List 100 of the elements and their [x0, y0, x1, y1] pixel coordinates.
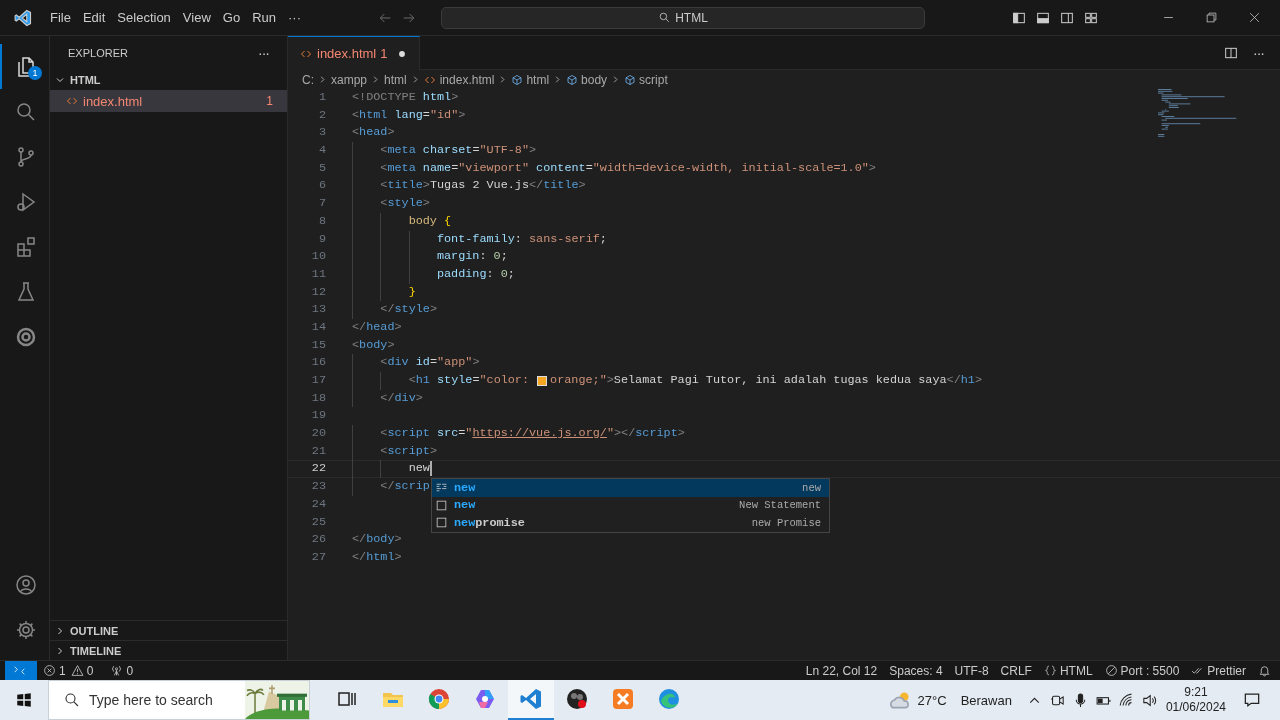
breadcrumb-item[interactable]: script [624, 72, 668, 87]
suggestion-label: new [454, 498, 476, 513]
more-actions-button[interactable]: ··· [254, 45, 273, 61]
menu-item[interactable]: Go [216, 7, 247, 28]
temperature-text[interactable]: 27°C [917, 692, 947, 708]
line-number: 6 [317, 178, 326, 195]
code-text: padding: 0; [435, 266, 515, 283]
ports-button[interactable]: 0 [104, 663, 145, 678]
line-number: 23 [310, 479, 326, 495]
search-input[interactable]: Type here to search [87, 691, 237, 709]
clock-time[interactable]: 9:21 [1184, 685, 1208, 700]
restore-icon[interactable] [1204, 10, 1219, 25]
breadcrumb-item[interactable]: body [566, 72, 608, 87]
edge-icon[interactable] [657, 687, 681, 711]
minimap-drawing[interactable] [1158, 89, 1238, 139]
breadcrumb-item[interactable]: html [384, 72, 407, 87]
live-server-port-button[interactable]: Port : 5500 [1098, 663, 1186, 678]
vscode-icon[interactable] [519, 687, 543, 711]
snippet-icon [435, 516, 448, 530]
line-number: 14 [310, 319, 326, 336]
code-text: orange;">Selamat Pagi Tutor, ini adalah tugas kedua saya</h1> [550, 373, 982, 389]
tree-item[interactable]: index.html 1 [50, 90, 287, 112]
problems-button[interactable]: 1 0 [37, 663, 105, 678]
line-number: 1 [317, 90, 326, 106]
menu-item[interactable]: Run [246, 7, 282, 28]
suggestion-item[interactable]: new new [432, 479, 829, 497]
clock-date[interactable]: 01/06/2024 [1165, 700, 1226, 715]
cube-icon [566, 73, 579, 86]
color-swatch-icon[interactable] [537, 376, 548, 386]
obs-icon[interactable] [565, 687, 589, 711]
code-text: </body> [352, 532, 402, 548]
line-number: 26 [310, 532, 326, 548]
more-actions-button[interactable]: ··· [1249, 44, 1268, 61]
count-badge: 1 [28, 66, 42, 80]
suggestion-detail: new Promise [751, 516, 821, 529]
search-bar[interactable]: Type here to search [48, 680, 310, 720]
wifi-icon[interactable] [1117, 691, 1135, 709]
encoding-button[interactable]: UTF-8 [948, 663, 995, 678]
sidebar-title: EXPLORER [68, 47, 128, 59]
braces-icon [1043, 664, 1057, 677]
code-text: <html lang="id"> [352, 107, 466, 124]
code-text: body { [407, 213, 452, 230]
line-number: 12 [310, 284, 326, 301]
line-number: 15 [310, 337, 326, 354]
code-text: margin: 0; [435, 249, 508, 265]
folder-header[interactable]: HTML [50, 70, 287, 90]
code-text: new [407, 461, 430, 478]
more-menu-button[interactable]: ··· [282, 7, 307, 28]
code-text: </html> [352, 549, 402, 566]
line-number: 4 [317, 143, 326, 159]
language-mode-button[interactable]: HTML [1037, 663, 1099, 678]
code-text: <script> [379, 443, 437, 460]
indentation-button[interactable]: Spaces: 4 [883, 663, 949, 678]
code-text: <title>Tugas 2 Vue.js</title> [379, 178, 586, 195]
menu-item[interactable]: Selection [111, 7, 177, 28]
line-number: 25 [310, 514, 326, 531]
code-text: <h1 style="color: [407, 373, 531, 389]
chrome-icon[interactable] [427, 687, 451, 711]
line-number: 19 [310, 408, 326, 425]
line-number: 11 [310, 266, 326, 283]
line-number: 17 [310, 373, 326, 389]
suggestion-detail: New Statement [739, 499, 821, 512]
cursor-position-button[interactable]: Ln 22, Col 12 [799, 663, 884, 678]
line-number: 22 [310, 461, 326, 478]
speaker-icon[interactable] [1140, 691, 1158, 709]
line-number: 10 [310, 249, 326, 265]
breadcrumb-item[interactable]: html [511, 72, 550, 87]
antenna-icon [110, 664, 124, 677]
code-text: <meta name="viewport" content="width=device-width, initial-scale=1.0"> [379, 160, 876, 177]
section-header[interactable]: OUTLINE [50, 620, 287, 640]
code-text: <body> [352, 337, 395, 354]
code-text: font-family: sans-serif; [435, 231, 607, 248]
line-ending-button[interactable]: CRLF [994, 663, 1038, 678]
editor-tab[interactable]: index.html 1 [288, 36, 421, 70]
line-number: 18 [310, 390, 326, 407]
account-icon[interactable] [13, 572, 38, 597]
prettier-button[interactable]: Prettier [1185, 663, 1252, 678]
line-number: 2 [317, 107, 326, 124]
copilot-icon[interactable] [473, 687, 497, 711]
breadcrumb-item[interactable]: xampp [331, 72, 368, 87]
code-text: </head> [352, 319, 402, 336]
line-number: 20 [310, 426, 326, 442]
line-number: 5 [317, 160, 326, 177]
menu-item[interactable]: Edit [76, 7, 112, 28]
suggestion-item[interactable]: new New Statement [432, 496, 829, 514]
line-number: 27 [310, 549, 326, 566]
menu-item[interactable]: File [44, 7, 77, 28]
breadcrumb-item[interactable]: C: [302, 72, 314, 87]
menu-item[interactable]: View [176, 7, 217, 28]
line-number: 13 [310, 302, 326, 318]
command-center-field[interactable]: HTML [441, 6, 925, 29]
suggestion-label: new [454, 480, 476, 495]
code-text: } [407, 284, 416, 301]
close-icon[interactable] [1247, 10, 1262, 25]
code-text: </div> [379, 390, 423, 407]
suggestion-item[interactable]: newpromise new Promise [432, 514, 829, 532]
weather-condition[interactable]: Berawan [960, 692, 1012, 708]
line-number: 24 [310, 496, 326, 513]
xampp-icon[interactable] [611, 687, 635, 711]
breadcrumb-item[interactable]: index.html [423, 72, 495, 87]
